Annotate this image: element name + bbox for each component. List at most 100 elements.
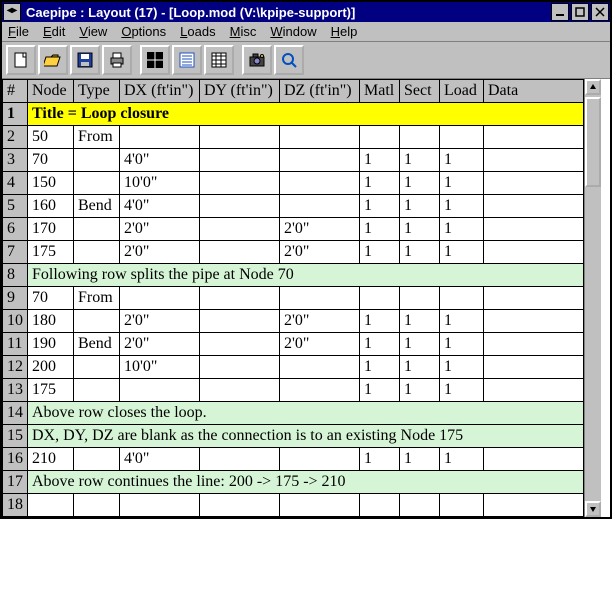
cell-sect[interactable]: 1 — [400, 241, 440, 264]
cell-dz[interactable]: 2'0" — [280, 218, 360, 241]
column-header[interactable]: # — [3, 80, 28, 103]
cell-load[interactable]: 1 — [440, 448, 484, 471]
column-header[interactable]: Load — [440, 80, 484, 103]
column-header[interactable]: Sect — [400, 80, 440, 103]
cell-load[interactable]: 1 — [440, 379, 484, 402]
row-number[interactable]: 2 — [3, 126, 28, 149]
cell-sect[interactable]: 1 — [400, 310, 440, 333]
save-button[interactable] — [70, 45, 100, 75]
cell-matl[interactable]: 1 — [360, 379, 400, 402]
cell-load[interactable]: 1 — [440, 310, 484, 333]
cell-sect[interactable]: 1 — [400, 333, 440, 356]
cell-dz[interactable] — [280, 126, 360, 149]
cell-dx[interactable] — [120, 379, 200, 402]
list-button[interactable] — [172, 45, 202, 75]
cell-matl[interactable] — [360, 287, 400, 310]
comment-row-text[interactable]: DX, DY, DZ are blank as the connection i… — [28, 425, 584, 448]
cell-load[interactable] — [440, 126, 484, 149]
row-number[interactable]: 11 — [3, 333, 28, 356]
cell-dy[interactable] — [200, 356, 280, 379]
cell-matl[interactable]: 1 — [360, 310, 400, 333]
table-row[interactable]: 15DX, DY, DZ are blank as the connection… — [3, 425, 584, 448]
scroll-down-button[interactable] — [585, 501, 601, 517]
cell-dx[interactable] — [120, 287, 200, 310]
row-number[interactable]: 8 — [3, 264, 28, 287]
cell-type[interactable]: From — [74, 126, 120, 149]
column-header[interactable]: DZ (ft'in") — [280, 80, 360, 103]
cell-data[interactable] — [484, 241, 584, 264]
row-number[interactable]: 14 — [3, 402, 28, 425]
cell-matl[interactable]: 1 — [360, 149, 400, 172]
row-number[interactable]: 9 — [3, 287, 28, 310]
cell-data[interactable] — [484, 333, 584, 356]
close-button[interactable] — [591, 3, 609, 21]
table-row[interactable]: 71752'0"2'0"111 — [3, 241, 584, 264]
cell-node[interactable]: 50 — [28, 126, 74, 149]
menu-view[interactable]: View — [79, 24, 107, 39]
row-number[interactable]: 10 — [3, 310, 28, 333]
table-row[interactable]: 1Title = Loop closure — [3, 103, 584, 126]
table-row[interactable]: 970From — [3, 287, 584, 310]
cell-dy[interactable] — [200, 310, 280, 333]
row-number[interactable]: 17 — [3, 471, 28, 494]
column-header[interactable]: Type — [74, 80, 120, 103]
cell-type[interactable] — [74, 379, 120, 402]
cell-sect[interactable]: 1 — [400, 218, 440, 241]
cell-dx[interactable]: 2'0" — [120, 241, 200, 264]
table-row[interactable]: 61702'0"2'0"111 — [3, 218, 584, 241]
cell-dy[interactable] — [200, 126, 280, 149]
cell-sect[interactable]: 1 — [400, 172, 440, 195]
cell-node[interactable]: 210 — [28, 448, 74, 471]
cell-dy[interactable] — [200, 195, 280, 218]
cell-dy[interactable] — [200, 149, 280, 172]
cell-data[interactable] — [484, 195, 584, 218]
cell-dx[interactable]: 2'0" — [120, 333, 200, 356]
cell-data[interactable] — [484, 149, 584, 172]
cell-matl[interactable]: 1 — [360, 241, 400, 264]
cell-dz[interactable] — [280, 287, 360, 310]
cell-dy[interactable] — [200, 448, 280, 471]
cell-sect[interactable] — [400, 126, 440, 149]
menu-help[interactable]: Help — [331, 24, 358, 39]
cell-load[interactable]: 1 — [440, 218, 484, 241]
cell-matl[interactable]: 1 — [360, 172, 400, 195]
cell-load[interactable]: 1 — [440, 356, 484, 379]
comment-row-text[interactable]: Above row closes the loop. — [28, 402, 584, 425]
table-row[interactable]: 250From — [3, 126, 584, 149]
cell-data[interactable] — [484, 310, 584, 333]
system-menu-icon[interactable]: ◂▸ — [3, 3, 21, 21]
cell-load[interactable] — [440, 287, 484, 310]
cell-dy[interactable] — [200, 172, 280, 195]
cell-matl[interactable] — [360, 126, 400, 149]
maximize-button[interactable] — [571, 3, 589, 21]
cell-node[interactable]: 70 — [28, 149, 74, 172]
cell-sect[interactable]: 1 — [400, 379, 440, 402]
cell-data[interactable] — [484, 218, 584, 241]
cell-dz[interactable] — [280, 149, 360, 172]
cell-type[interactable] — [74, 241, 120, 264]
cell-matl[interactable]: 1 — [360, 356, 400, 379]
row-number[interactable]: 6 — [3, 218, 28, 241]
new-button[interactable] — [6, 45, 36, 75]
row-number[interactable]: 4 — [3, 172, 28, 195]
cell-dz[interactable]: 2'0" — [280, 310, 360, 333]
row-number[interactable]: 18 — [3, 494, 28, 517]
menu-window[interactable]: Window — [270, 24, 316, 39]
table-row[interactable]: 3704'0"111 — [3, 149, 584, 172]
cell-matl[interactable]: 1 — [360, 195, 400, 218]
menu-options[interactable]: Options — [121, 24, 166, 39]
title-row-text[interactable]: Title = Loop closure — [28, 103, 584, 126]
cell-dx[interactable]: 10'0" — [120, 172, 200, 195]
cell-sect[interactable] — [400, 494, 440, 517]
cell-load[interactable]: 1 — [440, 195, 484, 218]
menu-misc[interactable]: Misc — [230, 24, 257, 39]
scroll-thumb[interactable] — [585, 97, 601, 187]
column-header[interactable]: DX (ft'in") — [120, 80, 200, 103]
cell-data[interactable] — [484, 494, 584, 517]
cell-dz[interactable] — [280, 356, 360, 379]
cell-dx[interactable]: 4'0" — [120, 149, 200, 172]
comment-row-text[interactable]: Following row splits the pipe at Node 70 — [28, 264, 584, 287]
table-row[interactable]: 11190Bend2'0"2'0"111 — [3, 333, 584, 356]
cell-load[interactable]: 1 — [440, 241, 484, 264]
cell-dz[interactable] — [280, 379, 360, 402]
